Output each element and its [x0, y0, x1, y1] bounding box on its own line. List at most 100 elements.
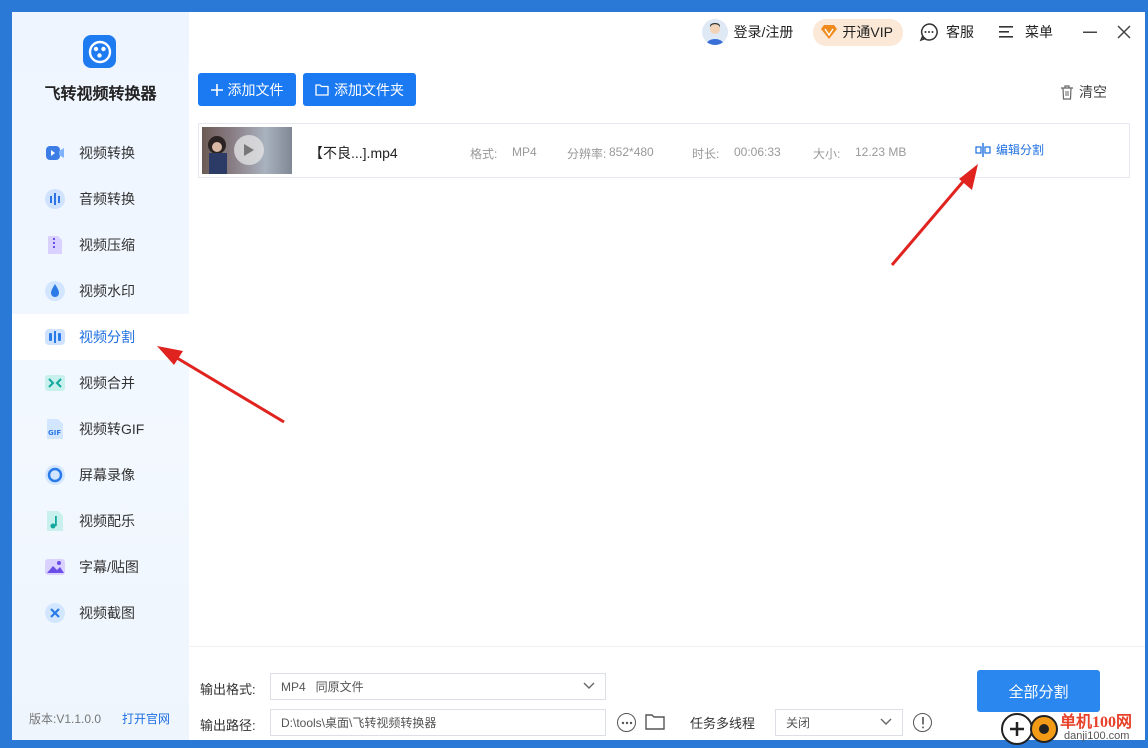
customer-service-button[interactable]: 客服 [919, 22, 974, 42]
video-compress-icon [44, 234, 66, 256]
output-format-value: MP4 同原文件 [281, 680, 364, 694]
multithread-select[interactable]: 关闭 [775, 709, 903, 736]
size-value: 12.23 MB [855, 145, 907, 159]
music-icon [44, 510, 66, 532]
output-path-label: 输出路径: [200, 718, 256, 733]
audio-convert-icon [44, 188, 66, 210]
sidebar-item-label: 视频转换 [79, 145, 135, 161]
edit-split-button[interactable]: 编辑分割 [975, 141, 1044, 158]
sidebar-item-subtitle-image[interactable]: 字幕/贴图 [12, 544, 189, 590]
sidebar-item-label: 视频转GIF [79, 421, 145, 437]
trash-icon [1061, 84, 1073, 100]
video-merge-icon [44, 372, 66, 394]
subtitle-image-icon [44, 556, 66, 578]
add-file-button[interactable]: 添加文件 [198, 73, 296, 106]
minimize-button[interactable] [1077, 19, 1103, 45]
title-bar: 登录/注册 开通VIP 客服 菜单 [701, 12, 1145, 52]
menu-label: 菜单 [1025, 24, 1053, 40]
close-icon [1117, 25, 1131, 39]
output-format-select[interactable]: MP4 同原文件 [270, 673, 606, 700]
sidebar-item-video-watermark[interactable]: 视频水印 [12, 268, 189, 314]
gif-icon: GIF [44, 418, 66, 440]
folder-icon [645, 714, 665, 730]
chevron-down-icon [880, 718, 892, 725]
sidebar-item-video-convert[interactable]: 视频转换 [12, 130, 189, 176]
sidebar-item-label: 屏幕录像 [79, 467, 135, 483]
add-file-label: 添加文件 [227, 81, 284, 98]
sidebar-item-label: 视频水印 [79, 283, 135, 299]
sidebar-item-video-compress[interactable]: 视频压缩 [12, 222, 189, 268]
resolution-value: 852*480 [609, 145, 654, 159]
output-format-label: 输出格式: [200, 682, 256, 697]
vip-button[interactable]: 开通VIP [813, 18, 903, 46]
app-title: 飞转视频转换器 [44, 86, 157, 103]
sidebar-item-label: 视频截图 [79, 605, 135, 621]
sidebar-item-label: 视频压缩 [79, 237, 135, 253]
screen-record-icon [44, 464, 66, 486]
play-icon[interactable] [234, 135, 264, 165]
split-icon [975, 142, 991, 157]
login-button[interactable]: 登录/注册 [701, 19, 793, 45]
app-logo-icon [83, 35, 116, 68]
avatar [701, 19, 728, 45]
vip-gem-icon [821, 25, 838, 39]
arrow-to-edit-split [890, 164, 978, 266]
watermark-icon [44, 280, 66, 302]
vip-label: 开通VIP [842, 24, 893, 40]
menu-button[interactable]: 菜单 [999, 22, 1053, 42]
sidebar-item-label: 视频合并 [79, 375, 135, 391]
chat-icon [919, 23, 938, 42]
sidebar-item-screen-record[interactable]: 屏幕录像 [12, 452, 189, 498]
chevron-down-icon [583, 682, 595, 689]
sidebar-item-label: 音频转换 [79, 191, 135, 207]
sidebar: 飞转视频转换器 视频转换 音频转换 视频压缩 视频水印 视频分割 视频合并 GI… [12, 12, 189, 740]
sidebar-item-video-merge[interactable]: 视频合并 [12, 360, 189, 406]
multithread-label: 任务多线程 [690, 716, 756, 731]
clear-button[interactable]: 清空 [1060, 82, 1107, 102]
add-folder-button[interactable]: 添加文件夹 [303, 73, 416, 106]
minimize-icon [1083, 31, 1097, 33]
svg-text:GIF: GIF [48, 429, 61, 437]
multithread-value: 关闭 [786, 716, 811, 730]
service-label: 客服 [946, 24, 974, 40]
clear-label: 清空 [1079, 84, 1107, 100]
plus-icon [210, 83, 223, 96]
video-split-icon [44, 326, 66, 348]
output-path-field[interactable]: D:\tools\桌面\飞转视频转换器 [270, 709, 606, 736]
sidebar-nav: 视频转换 音频转换 视频压缩 视频水印 视频分割 视频合并 GIF 视频转GIF… [12, 130, 189, 636]
video-convert-icon [44, 142, 66, 164]
sidebar-item-video-screenshot[interactable]: 视频截图 [12, 590, 189, 636]
watermark-logo-icon [1001, 713, 1058, 745]
duration-label: 时长: [692, 147, 720, 161]
file-row: 【不良...].mp4 格式: MP4 分辨率: 852*480 时长: 00:… [198, 123, 1130, 178]
sidebar-item-label: 视频配乐 [79, 513, 135, 529]
sidebar-item-audio-convert[interactable]: 音频转换 [12, 176, 189, 222]
window-frame: 飞转视频转换器 视频转换 音频转换 视频压缩 视频水印 视频分割 视频合并 GI… [0, 0, 1148, 748]
watermark-text: 单机100网 [1060, 714, 1133, 731]
add-folder-label: 添加文件夹 [334, 81, 404, 98]
sidebar-item-video-split[interactable]: 视频分割 [12, 314, 189, 360]
folder-icon [315, 83, 329, 96]
app-window: 飞转视频转换器 视频转换 音频转换 视频压缩 视频水印 视频分割 视频合并 GI… [12, 12, 1145, 740]
video-thumbnail[interactable] [202, 127, 292, 174]
format-value: MP4 [512, 145, 537, 159]
size-label: 大小: [813, 147, 841, 161]
sidebar-item-label: 视频分割 [79, 329, 135, 345]
close-button[interactable] [1111, 19, 1137, 45]
file-name: 【不良...].mp4 [309, 145, 398, 161]
open-website-link[interactable]: 打开官网 [122, 710, 170, 727]
duration-value: 00:06:33 [734, 145, 781, 159]
output-path-value: D:\tools\桌面\飞转视频转换器 [281, 716, 437, 730]
info-button[interactable] [913, 713, 932, 732]
sidebar-item-video-gif[interactable]: GIF 视频转GIF [12, 406, 189, 452]
info-icon [921, 716, 924, 728]
screenshot-icon [44, 602, 66, 624]
site-watermark: 单机100网 danji100.com [1000, 706, 1148, 748]
menu-icon [999, 26, 1013, 38]
more-icon [621, 721, 632, 724]
sidebar-item-label: 字幕/贴图 [79, 559, 139, 575]
more-options-button[interactable] [617, 713, 636, 732]
sidebar-item-video-music[interactable]: 视频配乐 [12, 498, 189, 544]
open-folder-button[interactable] [645, 713, 665, 735]
edit-split-label: 编辑分割 [996, 143, 1045, 157]
